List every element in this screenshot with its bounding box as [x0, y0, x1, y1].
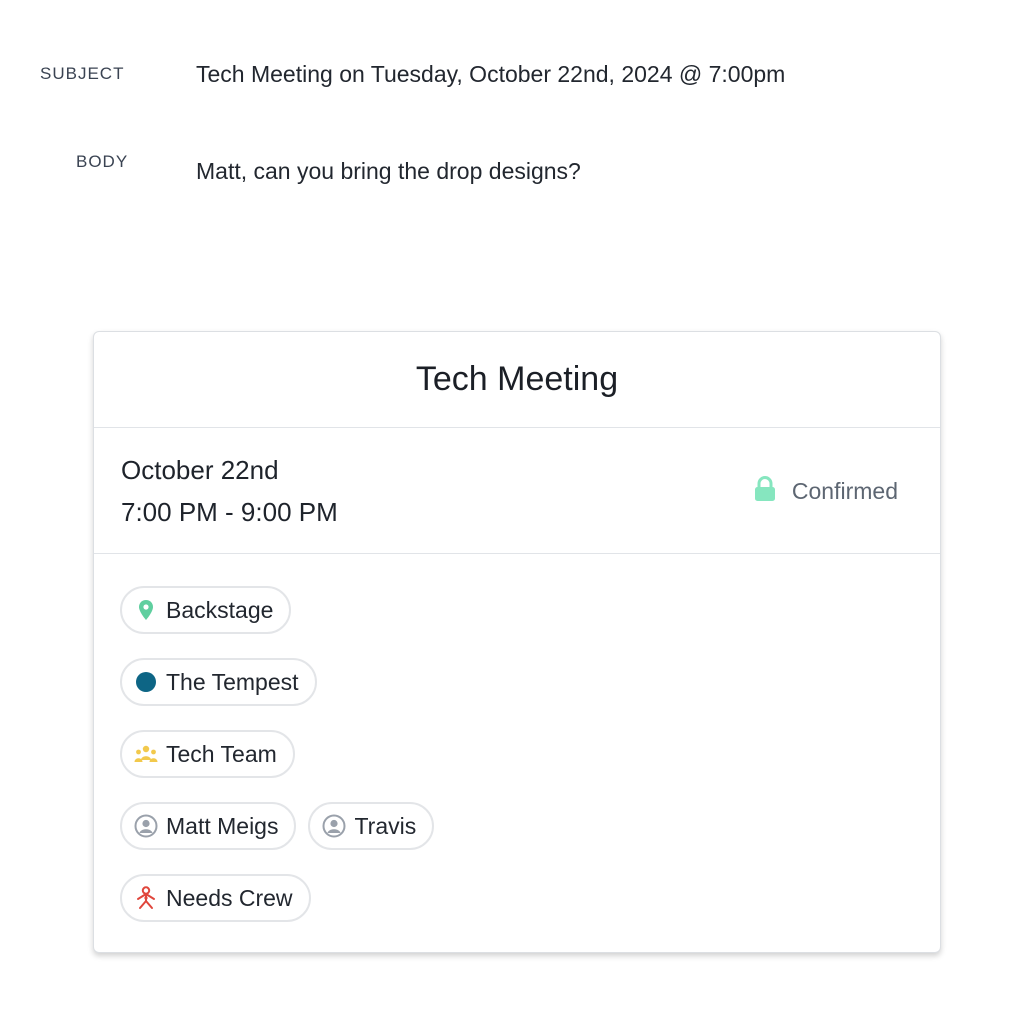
event-title: Tech Meeting [415, 360, 619, 398]
event-card-header: Tech Meeting [94, 332, 940, 428]
user-avatar-icon [134, 814, 158, 838]
production-label: The Tempest [166, 668, 299, 695]
body-label: BODY [76, 152, 129, 171]
crew-needed-icon [134, 886, 158, 910]
person-chip-travis[interactable]: Travis [308, 802, 435, 850]
needs-label: Needs Crew [166, 884, 293, 911]
dot-icon [134, 670, 158, 694]
event-time: 7:00 PM - 9:00 PM [121, 497, 338, 527]
group-icon [134, 742, 158, 766]
location-label: Backstage [166, 596, 274, 623]
event-time-section: October 22nd 7:00 PM - 9:00 PM Confirmed [94, 428, 940, 554]
person-label: Travis [354, 812, 417, 839]
status-text: Confirmed [791, 478, 898, 504]
event-date: October 22nd [121, 455, 279, 485]
person-label: Matt Meigs [166, 812, 279, 839]
lock-icon [754, 476, 776, 507]
location-chip[interactable]: Backstage [120, 586, 292, 634]
team-label: Tech Team [166, 740, 277, 767]
needs-crew-chip[interactable]: Needs Crew [120, 874, 311, 922]
subject-value: Tech Meeting on Tuesday, October 22nd, 2… [196, 61, 786, 87]
team-chip[interactable]: Tech Team [120, 730, 295, 778]
production-chip[interactable]: The Tempest [120, 658, 317, 706]
event-card: Tech Meeting October 22nd 7:00 PM - 9:00… [93, 331, 941, 953]
body-value: Matt, can you bring the drop designs? [196, 158, 581, 184]
map-pin-icon [134, 598, 158, 622]
person-chip-matt[interactable]: Matt Meigs [120, 802, 297, 850]
status-badge: Confirmed [754, 476, 898, 507]
user-avatar-icon [322, 814, 346, 838]
subject-label: SUBJECT [40, 64, 125, 83]
event-tags: Backstage The Tempest Tech Team Matt Mei… [94, 554, 940, 922]
